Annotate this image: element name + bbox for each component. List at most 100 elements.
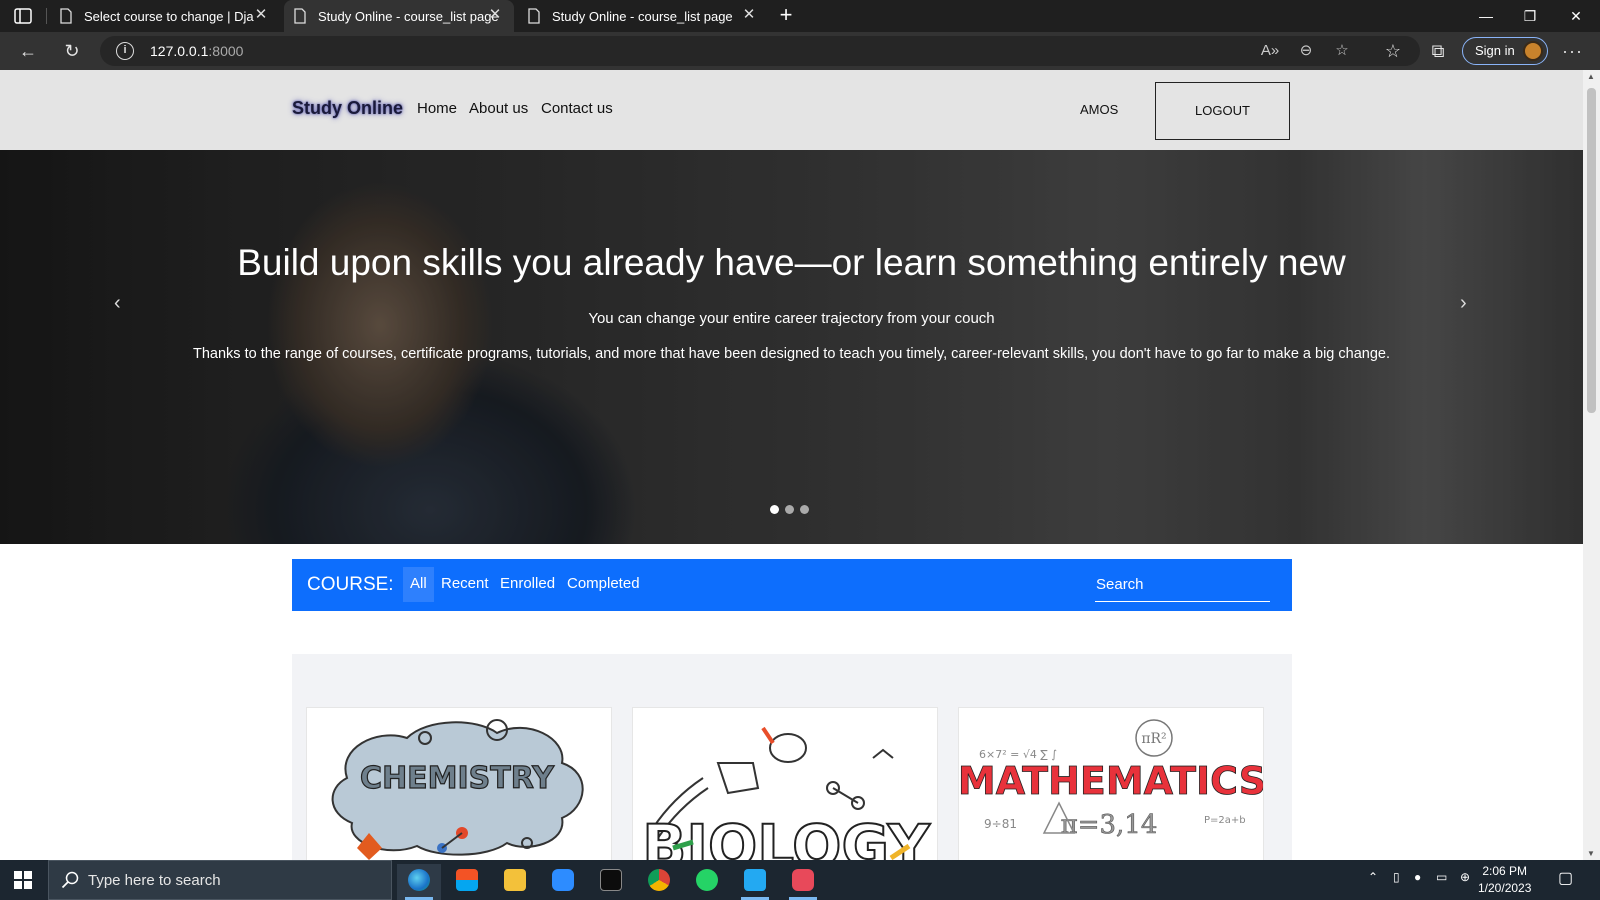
notifications-icon[interactable]: ▢ [1558, 868, 1573, 888]
close-tab-icon[interactable]: ✕ [488, 7, 502, 22]
vscode-icon [744, 869, 766, 891]
zoom-out-icon[interactable]: ⊖ [1296, 41, 1316, 61]
svg-text:9÷81: 9÷81 [984, 817, 1017, 831]
filter-tab-recent[interactable]: Recent [434, 567, 496, 602]
taskbar-search-placeholder: Type here to search [88, 872, 221, 889]
close-window-button[interactable]: ✕ [1566, 6, 1586, 26]
course-grid: CHEMISTRY BIOLOGY 6×7² = √4 ∑ ∫ πR² MATH… [292, 654, 1292, 860]
carousel-indicators [770, 505, 809, 514]
filter-tab-enrolled[interactable]: Enrolled [493, 567, 562, 602]
clock-time: 2:06 PM [1482, 864, 1528, 878]
course-card-mathematics[interactable]: 6×7² = √4 ∑ ∫ πR² MATHEMATICS 9÷81 π=3,1… [958, 707, 1264, 860]
page-icon [294, 8, 306, 24]
course-filter-bar: COURSE: All Recent Enrolled Completed Se… [292, 559, 1292, 611]
carousel-prev-icon[interactable]: ‹ [114, 292, 121, 315]
biology-title: BIOLOGY [642, 812, 931, 860]
read-aloud-icon[interactable]: A» [1260, 41, 1280, 61]
tray-device-icon[interactable]: ▯ [1393, 870, 1400, 884]
logout-button[interactable]: LOGOUT [1155, 82, 1290, 140]
taskbar-recorder[interactable] [781, 864, 825, 900]
sign-in-button[interactable]: Sign in [1462, 37, 1548, 65]
close-tab-icon[interactable]: ✕ [254, 7, 268, 22]
url-text[interactable]: 127.0.0.1:8000 [150, 43, 243, 59]
url-host: 127.0.0.1 [150, 43, 209, 59]
username-label: AMOS [1080, 102, 1119, 117]
address-bar[interactable]: i 127.0.0.1:8000 [100, 36, 1420, 66]
terminal-icon [600, 869, 622, 891]
minimize-button[interactable]: — [1476, 6, 1496, 26]
nav-about-link[interactable]: About us [469, 100, 528, 117]
taskbar-search[interactable]: Type here to search [48, 860, 392, 900]
tab-study-online-active[interactable]: Study Online - course_list page ✕ [284, 0, 514, 32]
zoom-icon [552, 869, 574, 891]
tab-study-online[interactable]: Study Online - course_list page ✕ [518, 0, 768, 32]
biology-illustration: BIOLOGY [641, 726, 932, 860]
windows-taskbar: Type here to search ⌃ ▯ ● ▭ ⊕ 2:06 PM 1/… [0, 860, 1600, 900]
course-card-biology[interactable]: BIOLOGY [632, 707, 938, 860]
url-port: :8000 [208, 43, 244, 59]
mathematics-illustration: 6×7² = √4 ∑ ∫ πR² MATHEMATICS 9÷81 π=3,1… [959, 719, 1263, 840]
page-viewport: Study Online Home About us Contact us AM… [0, 70, 1583, 860]
site-navbar: Study Online Home About us Contact us AM… [0, 70, 1583, 150]
scroll-up-icon[interactable]: ▲ [1587, 72, 1595, 81]
tab-django-admin[interactable]: Select course to change | Django ✕ [50, 0, 280, 32]
site-brand[interactable]: Study Online [292, 98, 403, 119]
taskbar-chrome[interactable] [637, 864, 681, 900]
filter-tab-completed[interactable]: Completed [560, 567, 647, 602]
new-tab-button[interactable]: + [774, 4, 798, 28]
add-favorite-icon[interactable]: ☆ [1332, 41, 1352, 61]
taskbar-clock[interactable]: 2:06 PM 1/20/2023 [1478, 863, 1531, 897]
whatsapp-icon [696, 869, 718, 891]
profile-avatar [1523, 41, 1543, 61]
tab-actions-icon[interactable] [14, 8, 32, 24]
svg-text:P=2a+b: P=2a+b [1204, 815, 1246, 826]
page-icon [60, 8, 72, 24]
sign-in-label: Sign in [1475, 43, 1515, 58]
restore-button[interactable]: ❐ [1520, 6, 1540, 26]
hero-carousel: Build upon skills you already have—or le… [0, 150, 1583, 544]
windows-start-icon[interactable] [14, 871, 32, 889]
taskbar-edge[interactable] [397, 864, 441, 900]
browser-tabstrip: Select course to change | Django ✕ Study… [0, 0, 1600, 32]
store-icon [456, 869, 478, 891]
nav-home-link[interactable]: Home [417, 100, 457, 117]
svg-text:π=3,14: π=3,14 [1061, 810, 1158, 840]
tab-separator [46, 8, 47, 24]
nav-contact-link[interactable]: Contact us [541, 100, 613, 117]
tab-title: Study Online - course_list page [318, 8, 498, 24]
taskbar-zoom[interactable] [541, 864, 585, 900]
network-icon[interactable]: ⊕ [1460, 870, 1470, 884]
carousel-next-icon[interactable]: › [1460, 292, 1467, 315]
tray-app-icon[interactable]: ● [1414, 870, 1421, 884]
taskbar-terminal[interactable] [589, 864, 633, 900]
carousel-indicator[interactable] [800, 505, 809, 514]
carousel-indicator[interactable] [785, 505, 794, 514]
taskbar-store[interactable] [445, 864, 489, 900]
close-tab-icon[interactable]: ✕ [742, 7, 756, 22]
taskbar-file-explorer[interactable] [493, 864, 537, 900]
battery-icon[interactable]: ▭ [1436, 870, 1447, 884]
folder-icon [504, 869, 526, 891]
filter-tab-all[interactable]: All [403, 567, 434, 602]
collections-icon[interactable]: ⧉ [1427, 41, 1449, 63]
site-info-icon[interactable]: i [116, 42, 134, 60]
recorder-icon [792, 869, 814, 891]
favorites-icon[interactable]: ☆ [1382, 41, 1404, 63]
scrollbar-thumb[interactable] [1587, 88, 1596, 413]
page-scrollbar[interactable]: ▲ ▼ [1583, 70, 1600, 860]
hero-headline: Build upon skills you already have—or le… [237, 242, 1346, 283]
more-options-icon[interactable]: ··· [1562, 41, 1583, 62]
back-icon[interactable]: ← [17, 41, 39, 63]
svg-text:πR²: πR² [1141, 731, 1166, 747]
course-card-chemistry[interactable]: CHEMISTRY [306, 707, 612, 860]
course-filter-label: COURSE: [307, 574, 394, 595]
scroll-down-icon[interactable]: ▼ [1587, 849, 1595, 858]
taskbar-vscode[interactable] [733, 864, 777, 900]
chemistry-illustration: CHEMISTRY [331, 719, 584, 860]
tray-overflow-icon[interactable]: ⌃ [1368, 870, 1378, 884]
refresh-icon[interactable]: ↻ [61, 41, 83, 63]
carousel-indicator[interactable] [770, 505, 779, 514]
taskbar-whatsapp[interactable] [685, 864, 729, 900]
course-search-input[interactable]: Search [1095, 571, 1270, 602]
edge-icon [408, 869, 430, 891]
